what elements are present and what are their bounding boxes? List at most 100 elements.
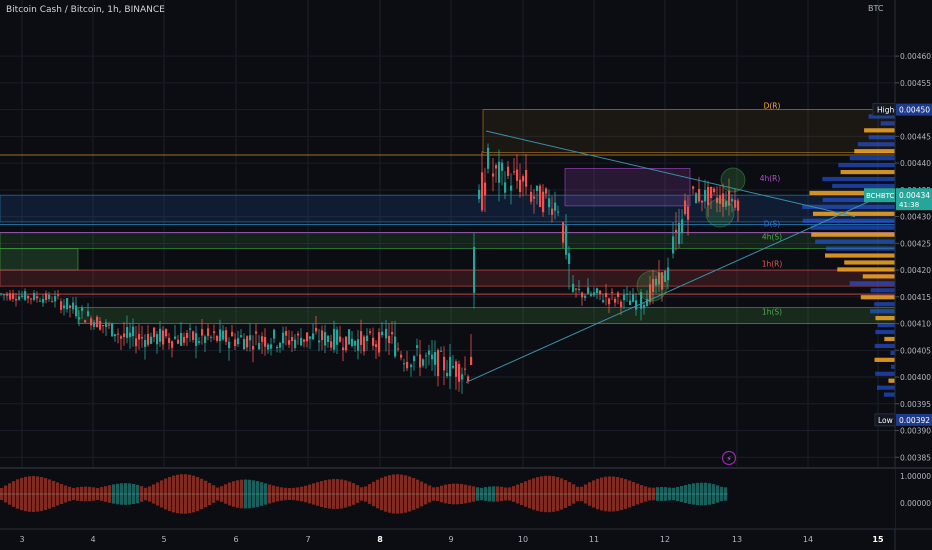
candle-body [695, 193, 698, 203]
candle-body [687, 206, 690, 220]
level-label: D(R) [764, 102, 781, 111]
candle-body [452, 365, 455, 368]
candle-body [446, 372, 449, 377]
candle-body [617, 292, 620, 298]
candle-body [150, 336, 153, 344]
volume-profile-bar [864, 128, 895, 133]
volume-profile-bar [822, 176, 895, 182]
candle-body [495, 165, 498, 169]
candle-body [632, 294, 635, 302]
candle-body [565, 225, 568, 255]
zone-box [0, 269, 896, 287]
candle-body [69, 305, 72, 308]
candle-body [410, 364, 413, 368]
indicator-max-label: 1.00000 [900, 472, 931, 481]
candle-body [216, 336, 219, 341]
candle-body [375, 344, 378, 348]
candle-body [321, 330, 324, 341]
price-tick-label: 0.00415 [900, 293, 931, 302]
price-tick-label: 0.00420 [900, 266, 931, 275]
candle-body [434, 352, 437, 365]
candle-body [455, 361, 458, 377]
candle-body [484, 182, 487, 196]
volume-profile-bar [877, 322, 895, 328]
candle-body [21, 295, 24, 297]
candle-body [413, 356, 416, 362]
candle-body [339, 336, 342, 342]
candle-body [264, 337, 267, 347]
candle-body [608, 298, 611, 305]
candle-body [599, 290, 602, 295]
candle-body [72, 302, 75, 310]
candle-body [635, 300, 638, 310]
volume-profile-bar [870, 309, 895, 314]
volume-profile-bar [810, 225, 895, 230]
candle-body [667, 267, 670, 281]
price-tick-label: 0.00455 [900, 79, 931, 88]
volume-profile-bar [825, 253, 895, 258]
candle-body [246, 336, 249, 348]
zone-box [0, 248, 79, 271]
candle-body [533, 196, 536, 199]
candle-body [360, 331, 363, 345]
volume-profile-bar [874, 357, 895, 362]
time-tick-label: 13 [732, 535, 742, 544]
candle-body [111, 323, 114, 337]
candle-body [279, 342, 282, 348]
candle-body [467, 376, 470, 381]
volume-profile-bar [840, 169, 895, 175]
candle-body [403, 363, 406, 365]
highlight-circle [720, 167, 746, 193]
candle-body [30, 298, 33, 300]
volume-profile-bar [802, 218, 895, 223]
candle-body [117, 333, 120, 335]
candle-body [81, 307, 84, 311]
candle-body [734, 199, 737, 208]
candle-body [231, 331, 234, 337]
currency-label: BTC [868, 4, 884, 13]
candle-body [324, 332, 327, 346]
candle-body [492, 173, 495, 177]
chart-area[interactable]: D(R) 4h(R) D(S) 4h(S) 1h(R) 1h(S) 0.00460 0.004… [0, 0, 932, 550]
candle-body [93, 322, 96, 327]
candle-body [443, 356, 446, 371]
volume-profile-bar [832, 183, 895, 189]
volume-profile-bar [884, 336, 895, 342]
volume-profile-bar [870, 288, 895, 293]
candle-body [536, 185, 539, 192]
candle-body [348, 329, 351, 345]
candle-body [237, 338, 240, 345]
candle-body [75, 305, 78, 317]
candle-body [102, 324, 105, 327]
candle-body [162, 330, 165, 345]
candle-body [675, 229, 678, 233]
volume-profile-bar [883, 392, 895, 397]
candle-body [198, 341, 201, 343]
candle-body [391, 331, 394, 335]
candle-body [261, 336, 264, 342]
candle-body [681, 219, 684, 234]
candle-body [626, 293, 629, 295]
price-tick-label: 0.00385 [900, 453, 931, 462]
candle-body [487, 147, 490, 169]
level-label: 1h(S) [762, 308, 782, 317]
candle-body [60, 301, 63, 310]
candle-body [243, 339, 246, 350]
volume-profile-bar [868, 135, 895, 140]
candle-body [249, 335, 252, 341]
candle-body [0, 293, 3, 295]
candle-body [629, 300, 632, 306]
candle-body [431, 354, 434, 360]
candle-body [159, 328, 162, 342]
candle-body [737, 200, 740, 211]
price-scale [895, 0, 932, 468]
low-badge-label: Low [878, 416, 893, 425]
candle-body [108, 324, 111, 326]
candle-body [99, 321, 102, 330]
candle-body [174, 336, 177, 339]
candle-body [510, 185, 513, 191]
candle-body [437, 350, 440, 377]
price-chart[interactable]: D(R) 4h(R) D(S) 4h(S) 1h(R) 1h(S) 0.00460 0.004… [0, 0, 932, 550]
candle-body [478, 189, 481, 200]
volume-profile-bar [849, 281, 895, 286]
